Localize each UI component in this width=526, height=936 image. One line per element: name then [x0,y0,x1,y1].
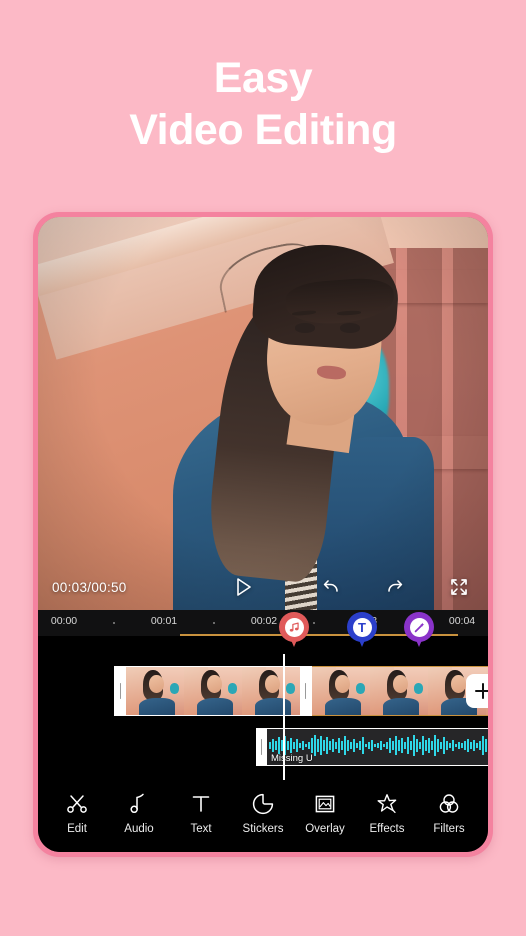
music-note-icon [289,622,299,632]
tool-overlay[interactable]: Overlay [294,792,356,835]
tool-label: Overlay [305,822,345,835]
sparkle-star-icon [377,793,397,813]
video-clip-track[interactable] [114,666,488,716]
video-clip-next[interactable] [312,666,488,716]
tool-label: Audio [124,822,154,835]
trim-handle-right[interactable] [300,667,311,715]
headline-line-1: Easy [213,54,313,102]
redo-button[interactable] [380,572,410,602]
tool-stickers[interactable]: Stickers [232,792,294,835]
image-frame-icon [315,795,335,812]
fullscreen-button[interactable] [444,572,474,602]
music-note-icon [130,793,144,813]
clip-thumbnail [184,667,242,715]
tool-edit[interactable]: Edit [46,792,108,835]
video-preview[interactable]: 00:03/00:50 [38,217,488,610]
ruler-dot [213,622,215,624]
sticker-icon [252,793,274,814]
magic-wand-icon [414,622,424,632]
undo-icon [323,580,338,592]
tool-label: Effects [369,822,405,835]
tool-filters[interactable]: Filters [418,792,480,835]
page-title: Easy Video Editing [0,52,526,156]
trim-handle-left[interactable] [115,667,126,715]
marker-pin-text-label: T [352,617,372,637]
tool-effects[interactable]: Effects [356,792,418,835]
audio-trim-handle-left[interactable] [256,728,267,766]
audio-clip[interactable]: Missing U [267,728,488,766]
phone-frame: 00:03/00:50 00:00 00:01 00:02 00:04 T Mi… [33,212,493,857]
tool-label: Stickers [242,822,284,835]
play-button[interactable] [228,572,258,602]
undo-button[interactable] [316,572,346,602]
marker-pin-effects-inner [409,617,429,637]
marker-pin-effects[interactable] [404,612,434,652]
text-t-icon [192,795,210,812]
tool-label: Edit [67,822,87,835]
audio-clip-label: Missing U [271,753,313,764]
preview-photo [38,217,488,610]
timeline-tracks: Missing U [38,636,488,780]
preview-controls: 00:03/00:50 [38,564,488,610]
phone-screen: 00:03/00:50 00:00 00:01 00:02 00:04 T Mi… [38,217,488,852]
playhead[interactable] [283,654,285,780]
three-circles-icon [439,793,459,813]
marker-pin-text[interactable]: T [347,612,377,652]
clip-thumbnail [242,667,300,715]
tool-label: Text [190,822,212,835]
timecode-display: 00:03/00:50 [52,579,127,595]
tool-text[interactable]: Text [170,792,232,835]
add-clip-button[interactable] [466,674,488,708]
marker-pin-audio-inner [284,617,304,637]
ruler-tick: 00:00 [50,615,78,627]
redo-icon [388,580,403,592]
ruler-dot [113,622,115,624]
plus-icon [475,683,488,699]
marker-pin-audio[interactable] [279,612,309,652]
headline-line-2: Video Editing [129,106,397,154]
ruler-tick: 00:04 [448,615,476,627]
play-icon [237,578,251,596]
ruler-tick: 00:01 [150,615,178,627]
bottom-toolbar: Edit Audio Text Stickers Overlay Effects… [38,780,488,852]
ruler-dot [313,622,315,624]
fullscreen-icon [451,579,467,595]
tool-audio[interactable]: Audio [108,792,170,835]
scissors-icon [67,794,87,813]
clip-thumbnail [126,667,184,715]
tool-label: Filters [433,822,465,835]
clip-thumbnail [312,667,370,715]
audio-clip-track[interactable]: Missing U [256,728,488,766]
ruler-tick: 00:02 [250,615,278,627]
clip-thumbnail [370,667,428,715]
timeline[interactable]: 00:00 00:01 00:02 00:03 00:04 [38,610,488,780]
